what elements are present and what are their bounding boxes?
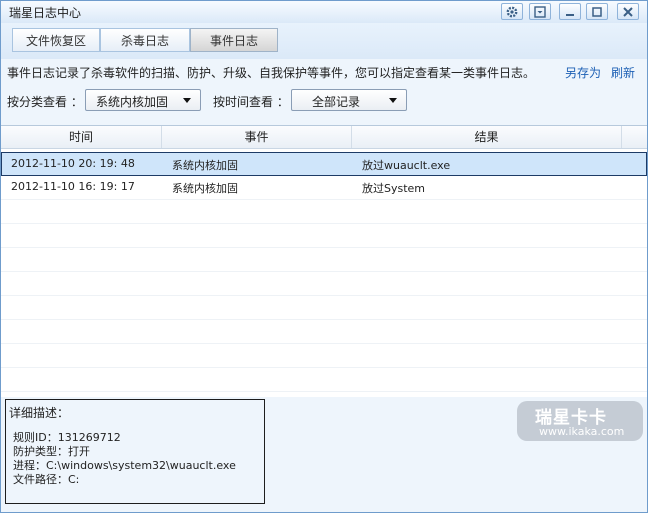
detail-protection-type: 防护类型：打开	[13, 445, 90, 458]
time-select[interactable]: 全部记录	[291, 89, 407, 111]
row-time: 2012-11-10 20: 19: 48	[11, 157, 135, 170]
menu-icon	[534, 5, 546, 18]
save-as-link[interactable]: 另存为	[565, 64, 601, 81]
row-event: 系统内核加固	[172, 159, 238, 172]
close-button[interactable]	[617, 3, 639, 20]
detail-file-path: 文件路径：C:	[13, 473, 80, 486]
watermark: 瑞星卡卡 www.ikaka.com	[517, 401, 643, 441]
detail-rule-id: 规则ID：131269712	[13, 431, 121, 444]
table-row-empty	[1, 368, 647, 392]
table-row[interactable]: 2012-11-10 20: 19: 48 系统内核加固 放过wuauclt.e…	[1, 152, 647, 176]
time-select-value: 全部记录	[312, 95, 361, 109]
category-select-value: 系统内核加固	[96, 95, 169, 109]
window-title: 瑞星日志中心	[9, 6, 82, 20]
table-row-empty	[1, 344, 647, 368]
row-result: 放过System	[362, 182, 426, 195]
table-row-empty	[1, 296, 647, 320]
chevron-down-icon	[183, 98, 191, 103]
menu-button[interactable]	[529, 3, 551, 20]
table-header: 时间 事件 结果	[1, 126, 647, 149]
table-row-empty	[1, 224, 647, 248]
event-table[interactable]: 时间 事件 结果 2012-11-10 20: 19: 48 系统内核加固 放过…	[1, 125, 647, 398]
tab-antivirus-log[interactable]: 杀毒日志	[100, 28, 190, 52]
refresh-link[interactable]: 刷新	[611, 64, 635, 81]
maximize-icon	[592, 6, 602, 17]
title-bar[interactable]: 瑞星日志中心	[1, 1, 647, 23]
minimize-icon	[566, 13, 574, 16]
watermark-url: www.ikaka.com	[539, 425, 625, 438]
table-row[interactable]: 2012-11-10 16: 19: 17 系统内核加固 放过System	[1, 176, 647, 200]
column-header-event[interactable]: 事件	[162, 126, 352, 148]
category-filter-label: 按分类查看 ：	[7, 95, 83, 109]
time-filter-label: 按时间查看 ：	[213, 95, 289, 109]
event-log-panel: 事件日志记录了杀毒软件的扫描、防护、升级、自我保护等事件，您可以指定查看某一类事…	[1, 59, 647, 512]
table-row-empty	[1, 248, 647, 272]
category-select[interactable]: 系统内核加固	[85, 89, 201, 111]
detail-process: 进程：C:\windows\system32\wuauclt.exe	[13, 459, 236, 472]
tab-file-recovery[interactable]: 文件恢复区	[12, 28, 100, 52]
row-time: 2012-11-10 16: 19: 17	[11, 180, 135, 193]
table-row-empty	[1, 272, 647, 296]
column-header-result[interactable]: 结果	[352, 126, 622, 148]
table-row-empty	[1, 200, 647, 224]
column-header-time[interactable]: 时间	[1, 126, 162, 148]
table-row-empty	[1, 320, 647, 344]
description-text: 事件日志记录了杀毒软件的扫描、防护、升级、自我保护等事件，您可以指定查看某一类事…	[7, 66, 536, 80]
chevron-down-icon	[389, 98, 397, 103]
log-center-window: 瑞星日志中心 文件恢复区 杀毒日志 事件日志 事件日志记录了杀毒软件的扫描、防护…	[0, 0, 648, 513]
gear-icon	[506, 6, 518, 17]
close-icon	[623, 6, 633, 17]
detail-box: 详细描述： 规则ID：131269712 防护类型：打开 进程：C:\windo…	[5, 399, 265, 504]
tab-bar: 文件恢复区 杀毒日志 事件日志	[1, 23, 647, 59]
detail-title: 详细描述：	[9, 406, 70, 420]
minimize-button[interactable]	[559, 3, 581, 20]
row-event: 系统内核加固	[172, 182, 238, 195]
tab-event-log[interactable]: 事件日志	[190, 28, 278, 52]
maximize-button[interactable]	[586, 3, 608, 20]
settings-button[interactable]	[501, 3, 523, 20]
row-result: 放过wuauclt.exe	[362, 159, 451, 172]
